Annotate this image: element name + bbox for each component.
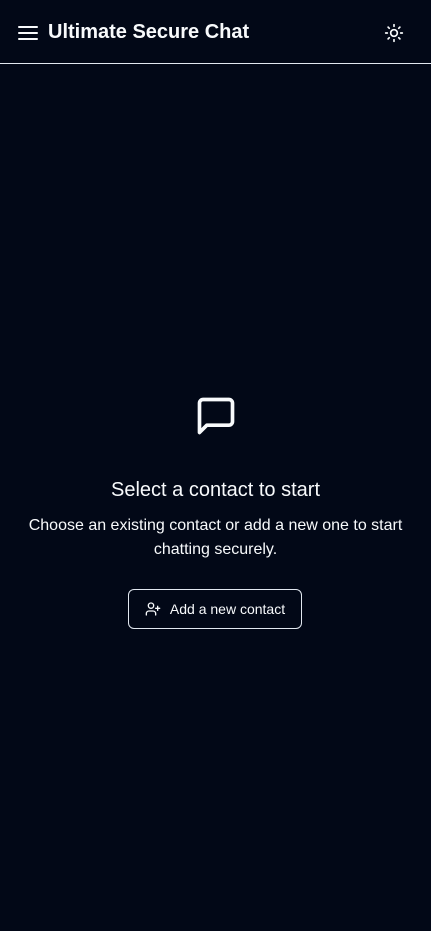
sun-icon [384,23,404,43]
hamburger-menu-icon [18,26,38,40]
user-plus-icon [145,601,161,617]
message-square-icon [197,397,234,435]
app-header: Ultimate Secure Chat [0,0,431,64]
empty-state-title: Select a contact to start [111,479,320,501]
add-contact-label: Add a new contact [169,601,286,617]
app-root: Ultimate Secure Chat Select a contact to… [0,0,431,931]
add-contact-button[interactable]: Add a new contact [128,589,302,629]
app-title: Ultimate Secure Chat [48,21,250,43]
empty-state: Select a contact to start Choose an exis… [0,394,431,562]
theme-toggle-button[interactable] [383,22,405,44]
empty-state-description: Choose an existing contact or add a new … [28,517,403,558]
menu-button[interactable] [18,23,38,43]
